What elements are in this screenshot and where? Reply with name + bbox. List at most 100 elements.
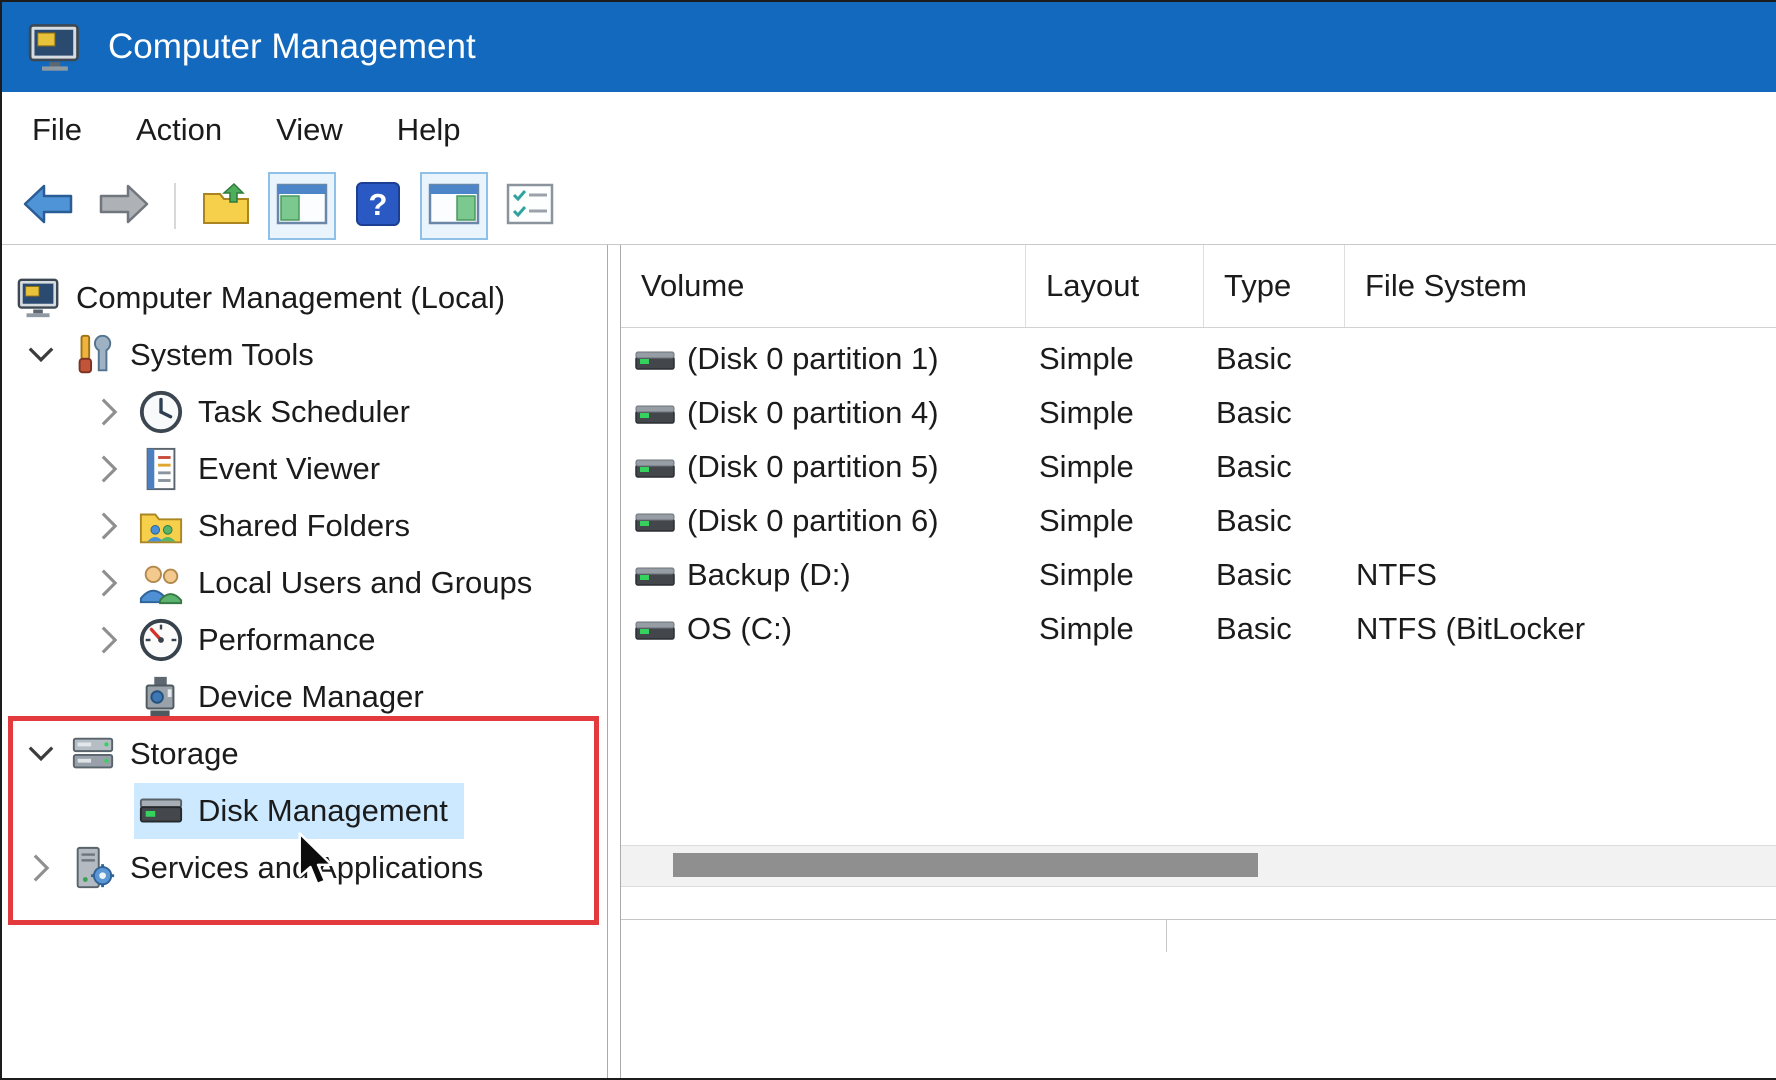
- tree-item-content: Performance: [134, 612, 391, 668]
- checklist-icon: [505, 182, 555, 231]
- file-system-cell: NTFS (BitLocker: [1336, 602, 1776, 656]
- volume-row-disk-0-partition-5[interactable]: (Disk 0 partition 5)SimpleBasic: [621, 440, 1776, 494]
- tree-item-event-viewer[interactable]: Event Viewer: [2, 440, 607, 497]
- menu-item-action[interactable]: Action: [136, 112, 222, 148]
- chevron-right-icon[interactable]: [84, 566, 134, 600]
- tree-item-label: Local Users and Groups: [198, 565, 532, 601]
- volume-row-disk-0-partition-4[interactable]: (Disk 0 partition 4)SimpleBasic: [621, 386, 1776, 440]
- tree-item-label: Disk Management: [198, 793, 448, 829]
- layout-cell: Simple: [1019, 494, 1196, 548]
- folder-icon: [201, 182, 251, 231]
- file-system-cell: [1336, 440, 1776, 494]
- type-cell: Basic: [1196, 494, 1336, 548]
- tree-item-content: Disk Management: [134, 783, 464, 839]
- chevron-right-icon[interactable]: [84, 509, 134, 543]
- tree-item-label: Computer Management (Local): [76, 280, 505, 316]
- tree-item-storage[interactable]: Storage: [2, 725, 607, 782]
- tree-item-computer-management-local[interactable]: Computer Management (Local): [2, 269, 607, 326]
- tree-item-task-scheduler[interactable]: Task Scheduler: [2, 383, 607, 440]
- file-system-cell: [1336, 332, 1776, 386]
- layout-cell: Simple: [1019, 332, 1196, 386]
- layout-cell: Simple: [1019, 386, 1196, 440]
- tree-item-local-users-and-groups[interactable]: Local Users and Groups: [2, 554, 607, 611]
- console-tree-icon: [276, 183, 328, 230]
- layout-cell: Simple: [1019, 602, 1196, 656]
- tree-item-content: Device Manager: [134, 669, 440, 725]
- disk-volume-icon: [635, 455, 675, 479]
- customize-button[interactable]: [496, 172, 564, 240]
- layout-cell: Simple: [1019, 548, 1196, 602]
- local-users-icon: [138, 560, 184, 606]
- console-tree: Computer Management (Local) System Tools T…: [2, 245, 608, 1078]
- tree-item-label: Services and Applications: [130, 850, 483, 886]
- tree-item-services-and-applications[interactable]: Services and Applications: [2, 839, 607, 896]
- tree-item-label: Device Manager: [198, 679, 424, 715]
- tree-item-content: System Tools: [66, 327, 330, 383]
- open-folder-button[interactable]: [192, 172, 260, 240]
- column-header-volume[interactable]: Volume: [621, 245, 1026, 327]
- chevron-down-icon[interactable]: [16, 741, 66, 767]
- volume-cell: (Disk 0 partition 1): [621, 332, 1019, 386]
- tree-item-device-manager[interactable]: Device Manager: [2, 668, 607, 725]
- disk-volume-icon: [635, 401, 675, 425]
- show-console-tree-button[interactable]: [268, 172, 336, 240]
- show-action-pane-button[interactable]: [420, 172, 488, 240]
- volume-list-panel: VolumeLayoutTypeFile System (Disk 0 part…: [620, 245, 1776, 1078]
- volume-name: (Disk 0 partition 4): [687, 395, 939, 431]
- volume-row-disk-0-partition-6[interactable]: (Disk 0 partition 6)SimpleBasic: [621, 494, 1776, 548]
- window-title: Computer Management: [108, 27, 476, 67]
- tree-item-content: Shared Folders: [134, 498, 426, 554]
- svg-text:?: ?: [369, 187, 388, 222]
- type-cell: Basic: [1196, 602, 1336, 656]
- disk-volume-icon: [635, 617, 675, 641]
- volume-row-backup-d[interactable]: Backup (D:)SimpleBasicNTFS: [621, 548, 1776, 602]
- tree-item-shared-folders[interactable]: Shared Folders: [2, 497, 607, 554]
- performance-icon: [138, 617, 184, 663]
- volume-row-disk-0-partition-1[interactable]: (Disk 0 partition 1)SimpleBasic: [621, 332, 1776, 386]
- tree-item-content: Local Users and Groups: [134, 555, 548, 611]
- event-viewer-icon: [138, 446, 184, 492]
- chevron-right-icon[interactable]: [16, 851, 66, 885]
- tree-item-content: Event Viewer: [134, 441, 396, 497]
- column-header-type[interactable]: Type: [1204, 245, 1345, 327]
- chevron-right-icon[interactable]: [84, 452, 134, 486]
- layout-cell: Simple: [1019, 440, 1196, 494]
- column-header-layout[interactable]: Layout: [1026, 245, 1204, 327]
- tree-item-label: Shared Folders: [198, 508, 410, 544]
- chevron-down-icon[interactable]: [16, 342, 66, 368]
- help-icon: ?: [355, 181, 401, 232]
- volume-row-os-c[interactable]: OS (C:)SimpleBasicNTFS (BitLocker: [621, 602, 1776, 656]
- tree-item-label: Task Scheduler: [198, 394, 410, 430]
- volume-cell: (Disk 0 partition 5): [621, 440, 1019, 494]
- chevron-right-icon[interactable]: [84, 623, 134, 657]
- help-button[interactable]: ?: [344, 172, 412, 240]
- scrollbar-thumb[interactable]: [673, 853, 1258, 877]
- disk-volume-icon: [635, 509, 675, 533]
- column-header-file-system[interactable]: File System: [1345, 245, 1776, 327]
- tree-item-disk-management[interactable]: Disk Management: [2, 782, 607, 839]
- type-cell: Basic: [1196, 332, 1336, 386]
- chevron-right-icon[interactable]: [84, 395, 134, 429]
- file-system-cell: NTFS: [1336, 548, 1776, 602]
- disk-volume-icon: [635, 347, 675, 371]
- volume-cell: (Disk 0 partition 4): [621, 386, 1019, 440]
- tree-item-system-tools[interactable]: System Tools: [2, 326, 607, 383]
- tree-item-label: Storage: [130, 736, 239, 772]
- menu-item-view[interactable]: View: [276, 112, 343, 148]
- horizontal-scrollbar[interactable]: [621, 845, 1776, 887]
- pane-divider: [621, 919, 1776, 920]
- tree-item-performance[interactable]: Performance: [2, 611, 607, 668]
- tree-item-label: System Tools: [130, 337, 314, 373]
- disk-management-icon: [138, 788, 184, 834]
- disk-volume-icon: [635, 563, 675, 587]
- back-button[interactable]: [14, 172, 82, 240]
- menu-item-help[interactable]: Help: [397, 112, 461, 148]
- tree-item-content: Services and Applications: [66, 840, 499, 896]
- type-cell: Basic: [1196, 548, 1336, 602]
- forward-button[interactable]: [90, 172, 158, 240]
- menu-item-file[interactable]: File: [32, 112, 82, 148]
- file-system-cell: [1336, 386, 1776, 440]
- computer-management-window: Computer Management File Action View Help ?…: [0, 0, 1776, 1080]
- volume-cell: Backup (D:): [621, 548, 1019, 602]
- tree-item-content: Storage: [66, 726, 255, 782]
